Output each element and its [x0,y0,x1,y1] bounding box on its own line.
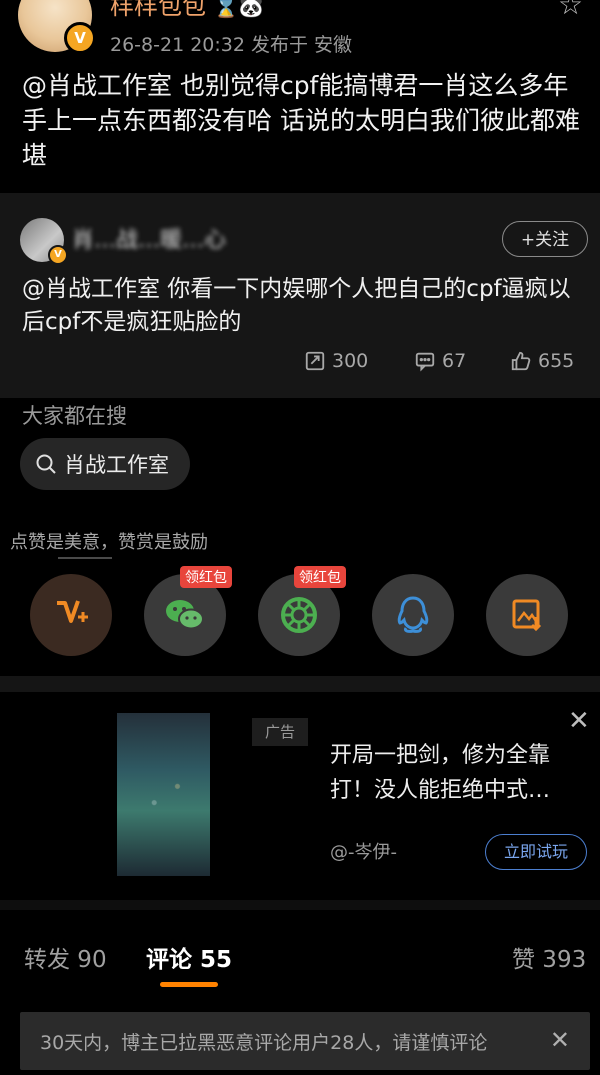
try-now-button[interactable]: 立即试玩 [485,834,587,870]
repost-stat[interactable]: 300 [304,350,368,372]
avatar[interactable]: V [18,0,96,54]
divider [58,557,112,559]
username[interactable]: 样样包包 ⌛🐼 [110,0,263,21]
verified-badge-icon: V [48,245,68,265]
username-text[interactable]: 样样包包 [110,0,206,20]
verified-badge-icon: V [64,22,96,54]
reward-hint: 点赞是美意，赞赏是鼓励 [10,532,208,553]
like-stat[interactable]: 655 [510,350,574,372]
comment-warning-banner: 30天内，博主已拉黑恶意评论用户28人，请谨慎评论 ✕ [20,1012,590,1070]
like-icon [57,600,88,623]
search-chip[interactable]: 肖战工作室 [20,438,190,490]
ad-tag: 广告 [252,718,308,746]
comment-icon [415,352,435,372]
like-share-button[interactable] [30,574,112,656]
like-count: 655 [538,350,575,372]
post-meta: 26-8-21 20:32 发布于 安徽 [110,34,353,56]
tab-likes[interactable]: 赞 393 [512,940,586,974]
section-divider [0,676,600,692]
repost-icon [305,351,325,371]
qq-share-button[interactable] [372,574,454,656]
retweet-avatar[interactable]: V [20,218,68,265]
retweet-text: @肖战工作室 你看一下内娱哪个人把自己的cpf逼疯以后cpf不是疯狂贴脸的 [22,276,571,335]
post-text: @肖战工作室 也别觉得cpf能搞博君一肖这么多年手上一点东西都没有哈 话说的太明… [22,71,580,170]
comment-warning-text: 30天内，博主已拉黑恶意评论用户28人，请谨慎评论 [40,1031,488,1054]
search-chip-label: 肖战工作室 [64,453,169,477]
moments-icon [281,597,317,633]
qq-icon [397,596,429,633]
save-image-icon [512,599,542,632]
comment-count: 67 [442,350,467,372]
moments-share-button[interactable]: 领红包 [258,566,346,656]
repost-count: 300 [332,350,369,372]
ad-thumbnail[interactable] [117,713,210,876]
ad-title[interactable]: 开局一把剑，修为全靠打！没人能拒绝中式… [330,738,592,808]
tab-repost[interactable]: 转发 90 [24,940,107,974]
follow-button[interactable]: +关注 [502,221,588,257]
close-icon[interactable]: ✕ [568,706,590,736]
wechat-share-button[interactable]: 领红包 [144,566,232,656]
ad-author[interactable]: @-岑伊- [330,838,397,864]
comment-stat[interactable]: 67 [414,350,466,372]
retweet-username[interactable]: 肖…战…暖…心 [72,222,226,254]
username-emojis: ⌛🐼 [213,0,264,19]
wechat-icon [166,600,204,630]
save-image-button[interactable] [486,574,568,656]
redpacket-badge: 领红包 [180,566,232,588]
redpacket-badge: 领红包 [294,566,346,588]
active-tab-indicator [160,982,218,987]
tab-comments[interactable]: 评论 55 [146,940,232,974]
thumbs-up-icon [511,351,531,371]
close-icon[interactable]: ✕ [550,1026,570,1054]
section-divider [0,900,600,910]
star-icon[interactable]: ☆ [558,0,588,21]
search-icon [36,454,56,474]
trending-search-title: 大家都在搜 [22,404,127,428]
